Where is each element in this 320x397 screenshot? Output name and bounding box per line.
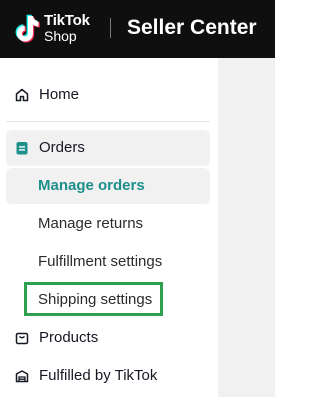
- home-icon: [15, 88, 29, 102]
- shipping-settings-highlight: [24, 282, 163, 316]
- sidebar-item-products[interactable]: Products: [6, 320, 210, 356]
- app-title: Seller Center: [127, 16, 257, 39]
- sidebar-item-label: Orders: [39, 139, 85, 156]
- sidebar-subitem-label: Manage orders: [38, 177, 145, 194]
- sidebar-subitem-manage-orders[interactable]: Manage orders: [6, 168, 210, 204]
- brand-tiktok-text: TikTok: [44, 12, 90, 29]
- sidebar-subitem-fulfillment-settings[interactable]: Fulfillment settings: [6, 244, 210, 280]
- sidebar-item-home[interactable]: Home: [6, 77, 210, 113]
- header-divider: [110, 18, 111, 38]
- sidebar-item-fulfilled-by-tiktok[interactable]: Fulfilled by TikTok: [6, 358, 210, 394]
- sidebar: Home Orders Manage orders Manage returns…: [0, 58, 218, 397]
- sidebar-item-label: Home: [39, 86, 80, 103]
- tiktok-logo-icon[interactable]: [12, 12, 42, 44]
- brand-shop-text: Shop: [44, 28, 77, 44]
- main-content-area: [218, 58, 275, 397]
- warehouse-icon: [15, 370, 29, 383]
- sidebar-subitem-manage-returns[interactable]: Manage returns: [6, 206, 210, 242]
- sidebar-item-orders[interactable]: Orders: [6, 130, 210, 166]
- nav-divider: [6, 121, 210, 122]
- products-icon: [15, 332, 29, 345]
- orders-icon: [16, 142, 28, 155]
- sidebar-item-label: Fulfilled by TikTok: [39, 367, 158, 384]
- sidebar-subitem-label: Manage returns: [38, 215, 144, 232]
- top-bar: TikTok Shop Seller Center: [0, 0, 275, 58]
- sidebar-subitem-label: Fulfillment settings: [38, 253, 163, 270]
- sidebar-item-label: Products: [39, 329, 99, 346]
